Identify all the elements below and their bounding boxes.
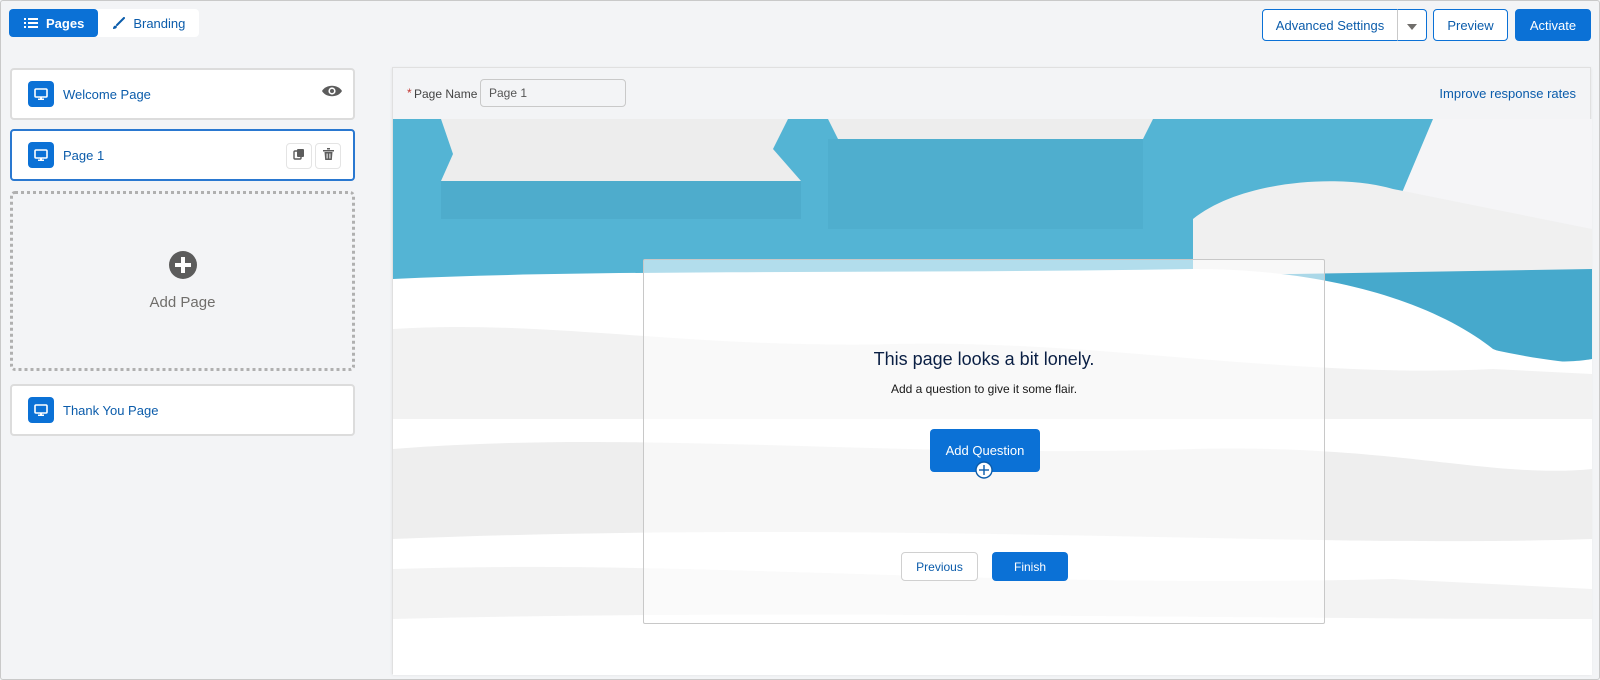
page-editor-header: * Page Name Improve response rates bbox=[393, 68, 1590, 119]
page-item-label: Welcome Page bbox=[63, 86, 151, 102]
page-item-label: Page 1 bbox=[63, 147, 105, 163]
copy-icon bbox=[293, 147, 305, 165]
advanced-settings-group: Advanced Settings bbox=[1262, 9, 1427, 41]
required-marker: * bbox=[407, 86, 412, 100]
tab-branding[interactable]: Branding bbox=[98, 9, 199, 37]
empty-state-title: This page looks a bit lonely. bbox=[873, 349, 1095, 369]
improve-response-rates-link[interactable]: Improve response rates bbox=[1439, 86, 1576, 101]
empty-state-card: This page looks a bit lonely. Add a ques… bbox=[643, 259, 1325, 624]
empty-state-subtitle: Add a question to give it some flair. bbox=[890, 382, 1078, 396]
page-item-thank-you[interactable]: Thank You Page bbox=[10, 384, 355, 436]
eye-icon[interactable] bbox=[321, 84, 343, 103]
page-name-label: Page Name bbox=[414, 87, 478, 101]
tab-pages[interactable]: Pages bbox=[9, 9, 99, 37]
monitor-icon bbox=[28, 142, 54, 168]
page-name-input[interactable] bbox=[480, 79, 626, 107]
page-item-page-1[interactable]: Page 1 bbox=[10, 129, 355, 181]
add-page-label: Add Page bbox=[149, 294, 216, 311]
finish-button[interactable]: Finish bbox=[992, 552, 1068, 581]
monitor-icon bbox=[28, 397, 54, 423]
tab-pages-label: Pages bbox=[46, 15, 85, 31]
page-item-label: Thank You Page bbox=[63, 402, 159, 418]
activate-button[interactable]: Activate bbox=[1515, 9, 1591, 41]
advanced-settings-button[interactable]: Advanced Settings bbox=[1262, 9, 1398, 41]
add-question-plus-icon[interactable] bbox=[975, 461, 993, 479]
plus-circle-icon bbox=[168, 251, 197, 284]
background-illustration: This page looks a bit lonely. Add a ques… bbox=[393, 119, 1592, 675]
app-frame: Pages Branding Advanced Settings Preview… bbox=[0, 0, 1600, 680]
list-icon bbox=[24, 17, 38, 29]
page-editor-panel: * Page Name Improve response rates bbox=[392, 67, 1592, 675]
tab-branding-label: Branding bbox=[133, 15, 186, 31]
page-item-actions bbox=[286, 143, 341, 169]
duplicate-page-button[interactable] bbox=[286, 143, 312, 169]
monitor-icon bbox=[28, 81, 54, 107]
tab-bar: Pages Branding bbox=[9, 9, 200, 37]
preview-button[interactable]: Preview bbox=[1433, 9, 1508, 41]
delete-page-button[interactable] bbox=[315, 143, 341, 169]
previous-button[interactable]: Previous bbox=[901, 552, 978, 581]
page-item-welcome[interactable]: Welcome Page bbox=[10, 68, 355, 120]
add-page-button[interactable]: Add Page bbox=[10, 191, 355, 371]
advanced-settings-menu-button[interactable] bbox=[1397, 9, 1427, 41]
caret-down-icon bbox=[1407, 18, 1417, 33]
brush-icon bbox=[112, 16, 126, 30]
trash-icon bbox=[322, 147, 334, 165]
